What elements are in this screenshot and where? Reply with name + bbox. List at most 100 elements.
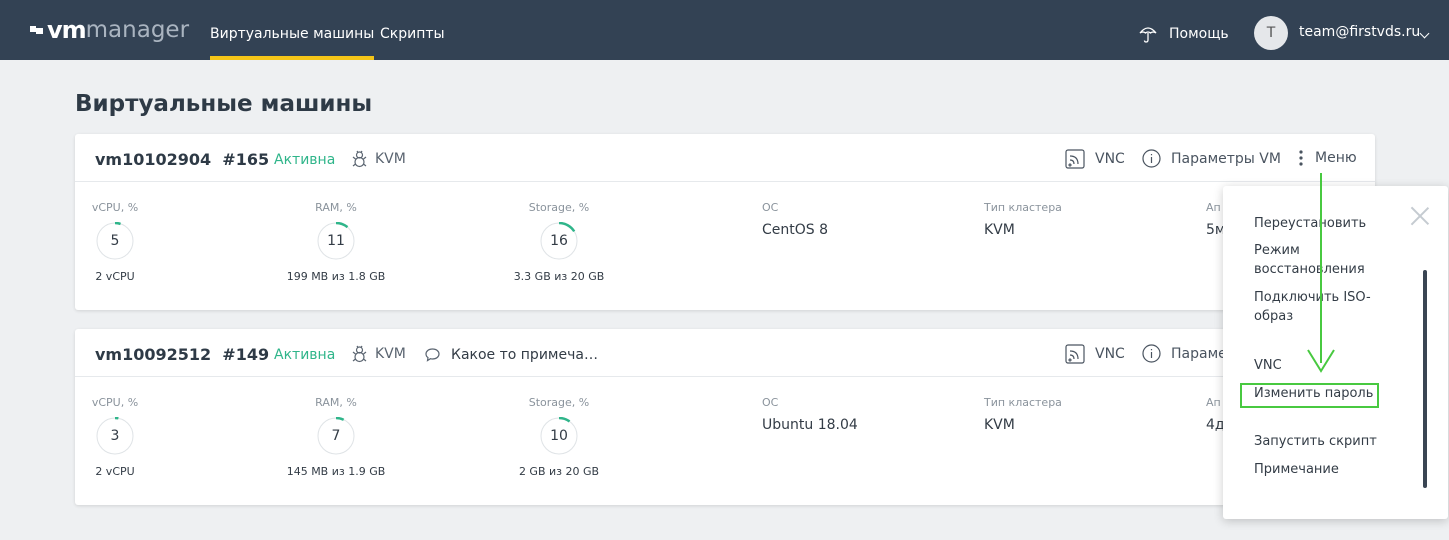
vnc-label: VNC: [1095, 346, 1125, 362]
ram-metric: RAM, % 7 145 MB из 1.9 GB: [276, 396, 396, 478]
metric-gauge: 16: [540, 222, 578, 260]
vm-status: Активна: [274, 152, 336, 168]
menu-item-note[interactable]: Примечание: [1254, 460, 1404, 479]
vm-params-button[interactable]: Параметры VM: [1142, 149, 1281, 168]
metric-gauge: 7: [317, 417, 355, 455]
help-label: Помощь: [1169, 26, 1229, 42]
menu-button[interactable]: Меню: [1297, 149, 1357, 167]
comment-icon: [425, 348, 440, 362]
metric-value: 11: [327, 233, 345, 249]
metric-value: 16: [550, 233, 568, 249]
os-field: ОС Ubuntu 18.04: [762, 396, 858, 433]
metric-label: Storage, %: [528, 396, 590, 409]
ram-metric: RAM, % 11 199 MB из 1.8 GB: [276, 201, 396, 283]
metric-gauge: 10: [540, 417, 578, 455]
field-label: ОС: [762, 396, 779, 409]
avatar[interactable]: T: [1254, 16, 1288, 50]
vm-status: Активна: [274, 347, 336, 363]
vm-name[interactable]: vm10102904 #165: [95, 150, 269, 169]
metric-label: Storage, %: [528, 201, 590, 214]
vm-card-header: vm10092512 #149 Активна KVM Какое то при…: [75, 329, 1375, 377]
nav-tab-virtual-machines[interactable]: Виртуальные машины: [210, 0, 375, 60]
metric-subtext: 2 vCPU: [95, 465, 135, 478]
vm-params-label: Параметры VM: [1171, 150, 1281, 167]
vm-card: vm10102904 #165 Активна KVM VNC Параметр…: [75, 134, 1375, 310]
vnc-button[interactable]: VNC: [1065, 149, 1125, 169]
top-navbar: vm manager Виртуальные машины Скрипты По…: [0, 0, 1449, 60]
vnc-icon: [1065, 344, 1085, 364]
vm-type: KVM: [351, 150, 406, 168]
vnc-icon: [1065, 149, 1085, 169]
vm-card: vm10092512 #149 Активна KVM Какое то при…: [75, 329, 1375, 505]
menu-label: Меню: [1315, 150, 1357, 166]
logo-text-manager: manager: [85, 17, 190, 43]
vnc-label: VNC: [1095, 151, 1125, 167]
metric-gauge: 5: [96, 222, 134, 260]
field-value: Ubuntu 18.04: [762, 417, 858, 433]
info-icon: [1142, 149, 1161, 168]
metric-gauge: 11: [317, 222, 355, 260]
metric-label: vCPU, %: [91, 201, 139, 214]
metric-subtext: 2 GB из 20 GB: [518, 465, 600, 478]
field-label: Тип кластера: [984, 396, 1062, 409]
vm-note[interactable]: Какое то примеча…: [425, 347, 598, 363]
metric-value: 10: [550, 428, 568, 444]
menu-item-run-script[interactable]: Запустить скрипт: [1254, 432, 1404, 451]
metric-subtext: 199 MB из 1.8 GB: [286, 270, 386, 283]
metric-subtext: 145 MB из 1.9 GB: [286, 465, 386, 478]
vm-card-header: vm10102904 #165 Активна KVM VNC Параметр…: [75, 134, 1375, 182]
metric-subtext: 3.3 GB из 20 GB: [513, 270, 605, 283]
user-email[interactable]: team@firstvds.ru: [1299, 24, 1420, 40]
storage-metric: Storage, % 16 3.3 GB из 20 GB: [499, 201, 619, 283]
field-value: CentOS 8: [762, 222, 829, 238]
umbrella-icon: [1139, 27, 1157, 43]
extra-field: Ап 4д: [1206, 396, 1225, 433]
metric-label: vCPU, %: [91, 396, 139, 409]
vmmanager-logo[interactable]: vm manager: [30, 18, 189, 42]
cluster-type-field: Тип кластера KVM: [984, 396, 1062, 433]
metric-value: 5: [110, 233, 120, 249]
vm-name[interactable]: vm10092512 #149: [95, 345, 269, 364]
vm-params-label: Параме: [1171, 345, 1227, 362]
info-icon: [1142, 344, 1161, 363]
chevron-down-icon[interactable]: [1419, 28, 1430, 39]
menu-item-attach-iso[interactable]: Подключить ISO-образ: [1254, 288, 1404, 326]
logo-mark-icon: [30, 24, 44, 36]
annotation-highlight-box: [1240, 383, 1379, 408]
annotation-arrowhead-icon: [1307, 349, 1335, 373]
vm-type-label: KVM: [375, 346, 406, 362]
storage-metric: Storage, % 10 2 GB из 20 GB: [499, 396, 619, 478]
vcpu-metric: vCPU, % 3 2 vCPU: [55, 396, 175, 478]
metric-label: RAM, %: [315, 396, 357, 409]
field-value: KVM: [984, 417, 1015, 433]
vnc-button[interactable]: VNC: [1065, 344, 1125, 364]
dropdown-scrollbar[interactable]: [1423, 270, 1427, 488]
metric-label: RAM, %: [315, 201, 357, 214]
help-link[interactable]: Помощь: [1138, 24, 1229, 44]
metric-subtext: 2 vCPU: [95, 270, 135, 283]
nav-tab-scripts[interactable]: Скрипты: [380, 0, 445, 60]
metric-gauge: 3: [96, 417, 134, 455]
kvm-icon: [352, 345, 367, 363]
more-vertical-icon: [1299, 150, 1303, 166]
field-value: 4д: [1206, 417, 1225, 433]
vm-type-label: KVM: [375, 151, 406, 167]
annotation-arrow-line: [1320, 173, 1322, 363]
vm-note-text: Какое то примеча…: [451, 347, 598, 363]
vm-params-button[interactable]: Параме: [1142, 344, 1227, 363]
cluster-type-field: Тип кластера KVM: [984, 201, 1062, 238]
field-label: Тип кластера: [984, 201, 1062, 214]
logo-text-vm: vm: [47, 16, 87, 44]
metric-value: 7: [331, 428, 341, 444]
os-field: ОС CentOS 8: [762, 201, 828, 238]
menu-item-reinstall[interactable]: Переустановить: [1254, 214, 1404, 233]
field-label: ОС: [762, 201, 779, 214]
field-value: KVM: [984, 222, 1015, 238]
metric-value: 3: [110, 428, 120, 444]
menu-item-recovery-mode[interactable]: Режим восстановления: [1254, 241, 1404, 279]
vm-type: KVM: [351, 345, 406, 363]
close-icon[interactable]: [1410, 206, 1430, 226]
kvm-icon: [352, 150, 367, 168]
field-label: Ап: [1206, 396, 1221, 409]
vcpu-metric: vCPU, % 5 2 vCPU: [55, 201, 175, 283]
